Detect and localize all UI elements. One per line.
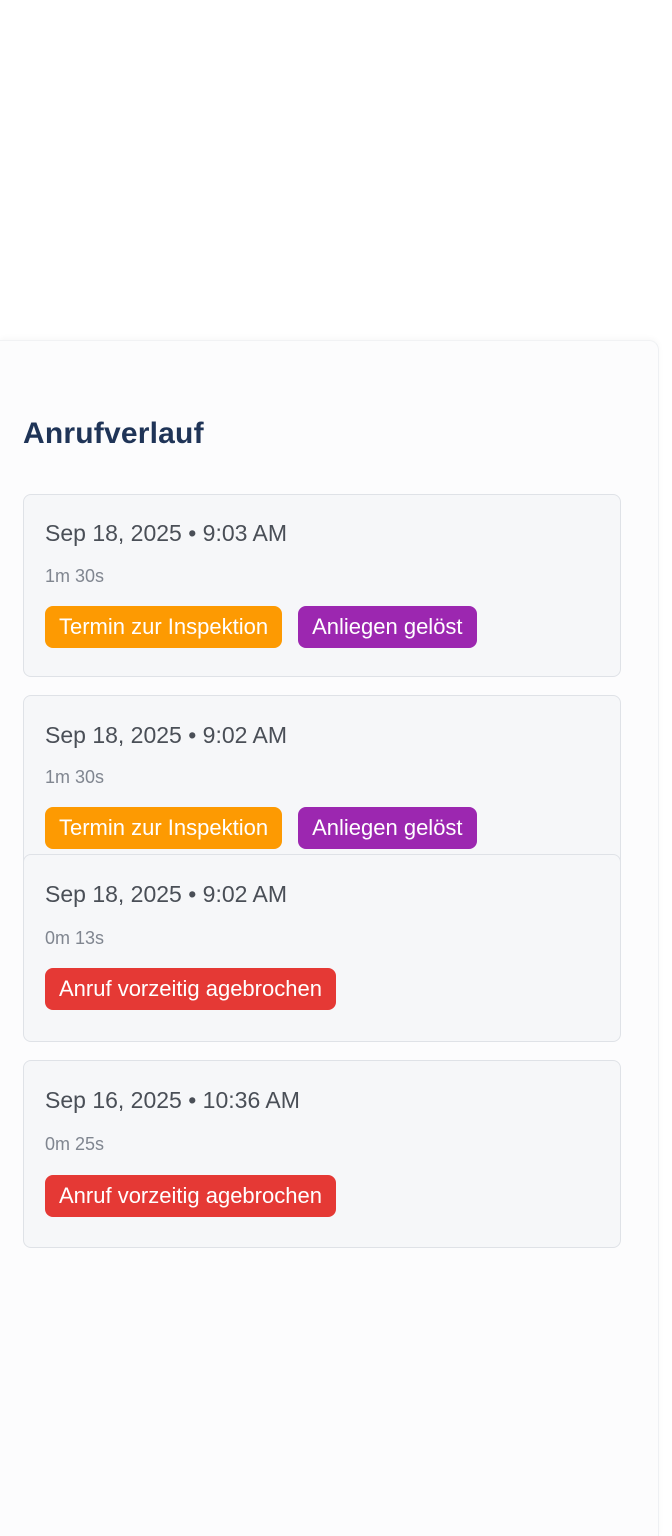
section-title: Anrufverlauf xyxy=(23,417,204,450)
call-tags: Anruf vorzeitig agebrochen xyxy=(45,1175,336,1217)
tag-call-aborted: Anruf vorzeitig agebrochen xyxy=(45,1175,336,1217)
call-tags: Termin zur Inspektion Anliegen gelöst xyxy=(45,606,477,648)
call-duration: 1m 30s xyxy=(45,566,105,586)
call-card[interactable]: Sep 18, 2025 • 9:03 AM 1m 30s Termin zur… xyxy=(23,494,621,677)
call-datetime: Sep 18, 2025 • 9:03 AM xyxy=(45,520,288,546)
call-duration: 1m 30s xyxy=(45,767,105,787)
call-duration: 0m 13s xyxy=(45,928,105,948)
tag-resolved: Anliegen gelöst xyxy=(298,606,477,648)
tag-inspection: Termin zur Inspektion xyxy=(45,606,283,648)
tag-resolved: Anliegen gelöst xyxy=(298,807,477,849)
call-datetime: Sep 18, 2025 • 9:02 AM xyxy=(45,722,288,748)
call-card[interactable]: Sep 18, 2025 • 9:02 AM 1m 30s Termin zur… xyxy=(23,695,621,878)
call-datetime: Sep 18, 2025 • 9:02 AM xyxy=(45,881,288,907)
tag-call-aborted: Anruf vorzeitig agebrochen xyxy=(45,968,336,1010)
page: Anrufverlauf Sep 18, 2025 • 9:03 AM 1m 3… xyxy=(0,0,672,1536)
call-datetime: Sep 16, 2025 • 10:36 AM xyxy=(45,1087,300,1113)
call-card[interactable]: Sep 18, 2025 • 9:02 AM 0m 13s Anruf vorz… xyxy=(23,854,621,1042)
call-tags: Termin zur Inspektion Anliegen gelöst xyxy=(45,807,477,849)
tag-inspection: Termin zur Inspektion xyxy=(45,807,283,849)
call-card[interactable]: Sep 16, 2025 • 10:36 AM 0m 25s Anruf vor… xyxy=(23,1060,621,1248)
call-tags: Anruf vorzeitig agebrochen xyxy=(45,968,336,1010)
call-duration: 0m 25s xyxy=(45,1134,105,1154)
